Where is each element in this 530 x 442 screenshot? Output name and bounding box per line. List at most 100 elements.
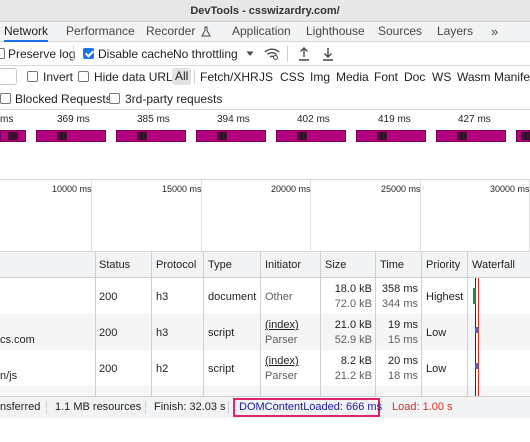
invert-checkbox[interactable] [27,71,38,82]
cell-initiator-link[interactable]: (index) [265,355,299,367]
network-summary-bar: nsferred 1.1 MB resources Finish: 32.03 … [0,396,530,418]
column-header-time[interactable]: Time [380,252,405,278]
filter-type-doc[interactable]: Doc [404,70,425,84]
flask-icon [200,26,211,37]
summary-finish: Finish: 32.03 s [154,401,226,413]
cell-size: 21.0 kB [334,319,372,331]
column-header-waterfall[interactable]: Waterfall [472,252,515,278]
cell-size-resource: 52.9 kB [334,334,372,346]
hide-data-urls-label: Hide data URLs [94,70,179,84]
timeline-tick-label: 30000 ms [490,184,530,194]
column-divider [467,252,468,396]
frame-thumbnail[interactable] [36,130,106,142]
cell-type: script [208,327,235,339]
cell-name[interactable]: n/js [0,370,17,382]
column-header-priority[interactable]: Priority [426,252,461,278]
tab-recorder[interactable]: Recorder [146,22,211,42]
tab-application[interactable]: Application [232,22,291,42]
frame-thumbnail[interactable] [196,130,266,142]
cell-time-latency: 18 ms [388,370,418,382]
table-row[interactable] [0,386,530,396]
column-divider [375,252,376,396]
cell-priority: Low [426,327,447,339]
filter-type-fetch-xhr[interactable]: Fetch/XHR [200,70,259,84]
waterfall-bar [475,363,478,369]
cell-priority: Low [426,363,447,375]
tab-performance[interactable]: Performance [66,22,135,42]
disable-cache-checkbox[interactable] [83,48,94,59]
filter-bar: Invert Hide data URLs All Fetch/XHR JS C… [0,66,530,88]
invert-label: Invert [43,70,74,84]
waterfall-bar [473,288,476,304]
waterfall-load-marker [478,278,479,396]
cell-time: 20 ms [388,355,418,367]
disable-cache-label: Disable cache [98,47,174,61]
tab-layers[interactable]: Layers [437,22,473,42]
overview-timeline[interactable]: 10000 ms 15000 ms 20000 ms 25000 ms 3000… [0,180,530,252]
network-toolbar: Preserve log Disable cache No throttling [0,42,530,66]
hide-data-urls-checkbox[interactable] [78,71,89,82]
screenshot-filmstrip: ms 369 ms 385 ms 394 ms 402 ms 419 ms 42… [0,110,530,180]
cell-time: 19 ms [388,319,418,331]
frame-thumbnail[interactable] [356,130,426,142]
tab-network[interactable]: Network [4,22,49,42]
summary-transferred: nsferred [0,401,41,413]
frame-thumbnail[interactable] [0,130,26,142]
timeline-tick-label: 20000 ms [271,184,311,194]
frame-thumbnail[interactable] [116,130,186,142]
third-party-checkbox[interactable] [109,93,120,104]
frame-thumbnail[interactable] [516,130,530,142]
window-title: DevTools - csswizardry.com/ [0,0,530,22]
filter-type-font[interactable]: Font [374,70,398,84]
cell-size-resource: 72.0 kB [334,298,372,310]
summary-divider [46,401,47,414]
blocked-requests-label: Blocked Requests [15,92,112,106]
cell-initiator: Other [265,291,293,303]
toolbar-divider [194,70,195,84]
filter-type-ws[interactable]: WS [432,70,451,84]
filter-type-js[interactable]: JS [259,70,273,84]
frame-time-label: ms [0,114,14,125]
network-conditions-icon[interactable] [264,47,280,60]
tab-lighthouse[interactable]: Lighthouse [306,22,365,42]
cell-name[interactable]: cs.com [0,334,35,346]
cell-protocol: h2 [156,363,169,375]
filter-type-media[interactable]: Media [336,70,369,84]
frame-time-label: 419 ms [378,114,411,125]
frame-thumbnail[interactable] [276,130,346,142]
column-header-size[interactable]: Size [325,252,347,278]
cell-type: document [208,291,257,303]
timeline-tick-label: 10000 ms [52,184,92,194]
column-divider [203,252,204,396]
more-tabs-icon[interactable]: » [491,22,498,42]
blocked-requests-checkbox[interactable] [0,93,11,104]
column-header-initiator[interactable]: Initiator [265,252,302,278]
cell-status: 200 [99,363,118,375]
export-har-icon[interactable] [322,47,334,61]
summary-divider [145,401,146,414]
column-header-protocol[interactable]: Protocol [156,252,197,278]
filter-type-wasm[interactable]: Wasm [457,70,491,84]
waterfall-bar [475,327,478,333]
summary-divider [228,401,229,414]
throttling-select[interactable]: No throttling [173,47,254,61]
preserve-log-label: Preserve log [8,47,76,61]
import-har-icon[interactable] [298,47,310,61]
column-header-status[interactable]: Status [99,252,131,278]
filter-type-all[interactable]: All [172,68,192,85]
cell-initiator-link[interactable]: (index) [265,319,299,331]
frame-thumbnail[interactable] [436,130,506,142]
cell-initiator-type: Parser [265,370,298,382]
filter-input[interactable] [0,68,17,85]
filter-type-css[interactable]: CSS [280,70,305,84]
column-divider [151,252,152,396]
preserve-log-checkbox[interactable] [0,48,5,59]
column-header-type[interactable]: Type [208,252,232,278]
toolbar-divider [287,46,288,62]
cell-status: 200 [99,327,118,339]
filter-type-img[interactable]: Img [310,70,330,84]
filter-type-manifest[interactable]: Manifest [494,70,530,84]
frame-time-label: 369 ms [57,114,90,125]
requests-table: Status Protocol Type Initiator Size Time… [0,252,530,396]
tab-sources[interactable]: Sources [378,22,422,42]
